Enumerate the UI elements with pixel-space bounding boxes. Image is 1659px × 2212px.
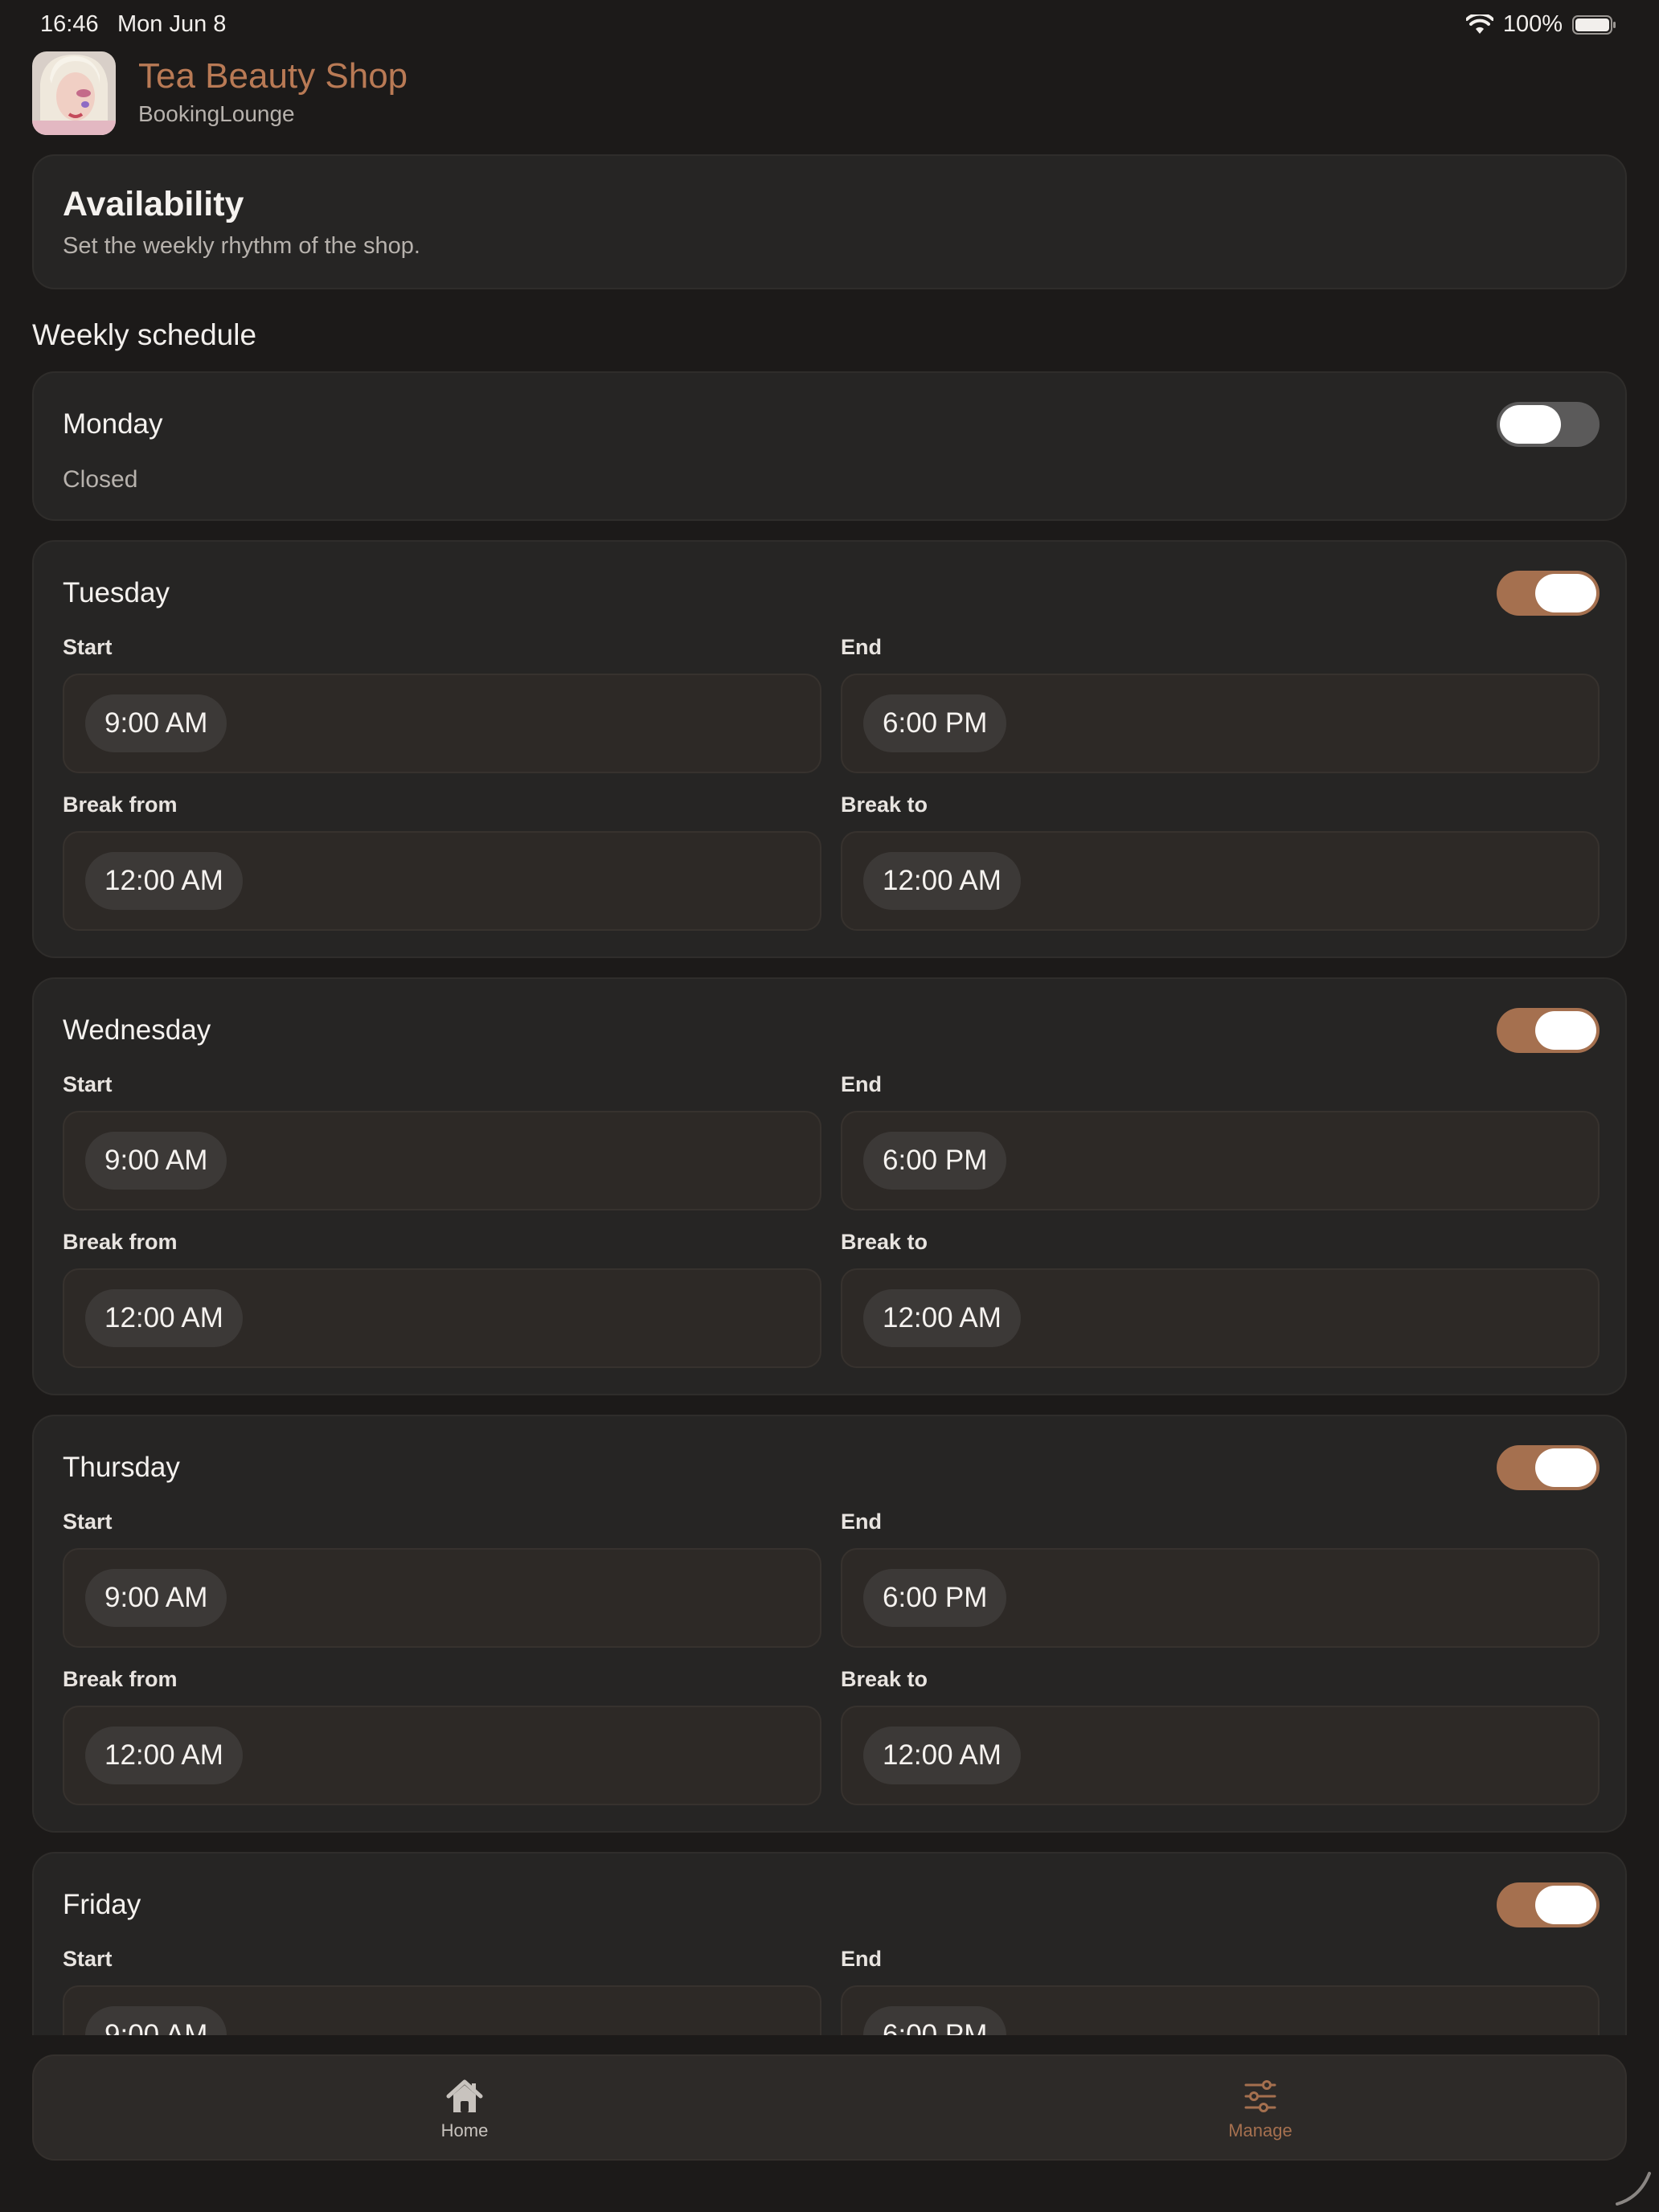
tab-label: Manage — [1228, 2120, 1292, 2140]
tab-home[interactable]: Home — [304, 2056, 625, 2162]
start-time-field: 9:00 AM — [63, 1985, 821, 2035]
wednesday-toggle[interactable] — [1497, 1008, 1600, 1053]
break-to-picker[interactable]: 12:00 AM — [863, 852, 1021, 910]
start-time-picker[interactable]: 9:00 AM — [85, 694, 227, 752]
break-from-label: Break from — [63, 1667, 178, 1691]
availability-screen: 16:46 Mon Jun 8 100% Tea Beauty Shop Boo… — [0, 0, 1659, 2212]
end-time-picker[interactable]: 6:00 PM — [863, 1569, 1007, 1627]
end-time-field: 6:00 PM — [841, 1548, 1600, 1648]
start-label: Start — [63, 1947, 113, 1971]
start-time-field: 9:00 AM — [63, 1111, 821, 1210]
shop-name: Tea Beauty Shop — [138, 56, 408, 96]
end-label: End — [841, 1947, 882, 1971]
day-card-wednesday: Wednesday Start End 9:00 AM 6:00 PM Brea… — [32, 977, 1627, 1395]
end-label: End — [841, 1072, 882, 1096]
resize-handle-icon — [1616, 2172, 1651, 2206]
start-label: Start — [63, 1072, 113, 1096]
break-from-picker[interactable]: 12:00 AM — [85, 1727, 243, 1784]
day-name: Tuesday — [63, 577, 170, 608]
closed-label: Closed — [63, 466, 138, 493]
status-indicators: 100% — [1465, 11, 1617, 38]
toggle-knob — [1500, 405, 1561, 444]
end-label: End — [841, 1509, 882, 1534]
break-to-label: Break to — [841, 1667, 928, 1691]
day-card-tuesday: Tuesday Start End 9:00 AM 6:00 PM Break … — [32, 540, 1627, 958]
break-from-field: 12:00 AM — [63, 831, 821, 931]
start-time-picker[interactable]: 9:00 AM — [85, 1132, 227, 1190]
house-icon — [446, 2079, 483, 2112]
scroll-clip: Friday Start End 9:00 AM 6:00 PM — [0, 1849, 1659, 2035]
day-name: Monday — [63, 408, 163, 440]
break-from-label: Break from — [63, 793, 178, 817]
wifi-icon — [1465, 14, 1493, 34]
break-from-field: 12:00 AM — [63, 1706, 821, 1805]
break-to-picker[interactable]: 12:00 AM — [863, 1727, 1021, 1784]
break-to-label: Break to — [841, 1230, 928, 1254]
break-from-label: Break from — [63, 1230, 178, 1254]
availability-intro-card: Availability Set the weekly rhythm of th… — [32, 154, 1627, 289]
battery-icon — [1572, 14, 1616, 35]
break-from-field: 12:00 AM — [63, 1268, 821, 1368]
end-time-field: 6:00 PM — [841, 674, 1600, 773]
break-to-label: Break to — [841, 793, 928, 817]
day-card-friday: Friday Start End 9:00 AM 6:00 PM — [32, 1852, 1627, 2035]
status-bar: 16:46 Mon Jun 8 100% — [0, 0, 1659, 51]
tuesday-toggle[interactable] — [1497, 571, 1600, 616]
day-name: Thursday — [63, 1452, 180, 1483]
end-time-field: 6:00 PM — [841, 1111, 1600, 1210]
status-time: 16:46 — [40, 11, 99, 37]
break-to-field: 12:00 AM — [841, 831, 1600, 931]
start-time-picker[interactable]: 9:00 AM — [85, 1569, 227, 1627]
start-label: Start — [63, 1509, 113, 1534]
status-date: Mon Jun 8 — [117, 11, 227, 37]
start-time-field: 9:00 AM — [63, 1548, 821, 1648]
toggle-knob — [1535, 1011, 1596, 1050]
shop-avatar[interactable] — [32, 51, 116, 135]
end-time-field: 6:00 PM — [841, 1985, 1600, 2035]
start-time-picker[interactable]: 9:00 AM — [85, 2006, 227, 2035]
end-time-picker[interactable]: 6:00 PM — [863, 2006, 1007, 2035]
start-time-field: 9:00 AM — [63, 674, 821, 773]
section-title: Weekly schedule — [32, 318, 257, 351]
end-time-picker[interactable]: 6:00 PM — [863, 694, 1007, 752]
toggle-knob — [1535, 1886, 1596, 1924]
tab-label: Home — [440, 2120, 489, 2140]
day-name: Friday — [63, 1889, 141, 1920]
end-label: End — [841, 635, 882, 659]
battery-percent: 100% — [1502, 11, 1563, 37]
page-title: Availability — [63, 185, 244, 223]
app-header: Tea Beauty Shop BookingLounge — [32, 51, 1627, 135]
end-time-picker[interactable]: 6:00 PM — [863, 1132, 1007, 1190]
day-card-thursday: Thursday Start End 9:00 AM 6:00 PM Break… — [32, 1415, 1627, 1833]
day-card-monday: Monday Closed — [32, 371, 1627, 521]
page-subtitle: Set the weekly rhythm of the shop. — [63, 233, 420, 259]
toggle-knob — [1535, 574, 1596, 612]
sliders-icon — [1244, 2080, 1276, 2112]
break-from-picker[interactable]: 12:00 AM — [85, 1289, 243, 1347]
start-label: Start — [63, 635, 113, 659]
friday-toggle[interactable] — [1497, 1882, 1600, 1927]
monday-toggle[interactable] — [1497, 402, 1600, 447]
tab-manage[interactable]: Manage — [1100, 2056, 1421, 2162]
break-to-field: 12:00 AM — [841, 1268, 1600, 1368]
break-to-field: 12:00 AM — [841, 1706, 1600, 1805]
break-to-picker[interactable]: 12:00 AM — [863, 1289, 1021, 1347]
toggle-knob — [1535, 1448, 1596, 1487]
day-name: Wednesday — [63, 1014, 211, 1046]
bottom-tab-bar: Home Manage — [32, 2054, 1627, 2161]
thursday-toggle[interactable] — [1497, 1445, 1600, 1490]
break-from-picker[interactable]: 12:00 AM — [85, 852, 243, 910]
app-name: BookingLounge — [138, 101, 295, 126]
